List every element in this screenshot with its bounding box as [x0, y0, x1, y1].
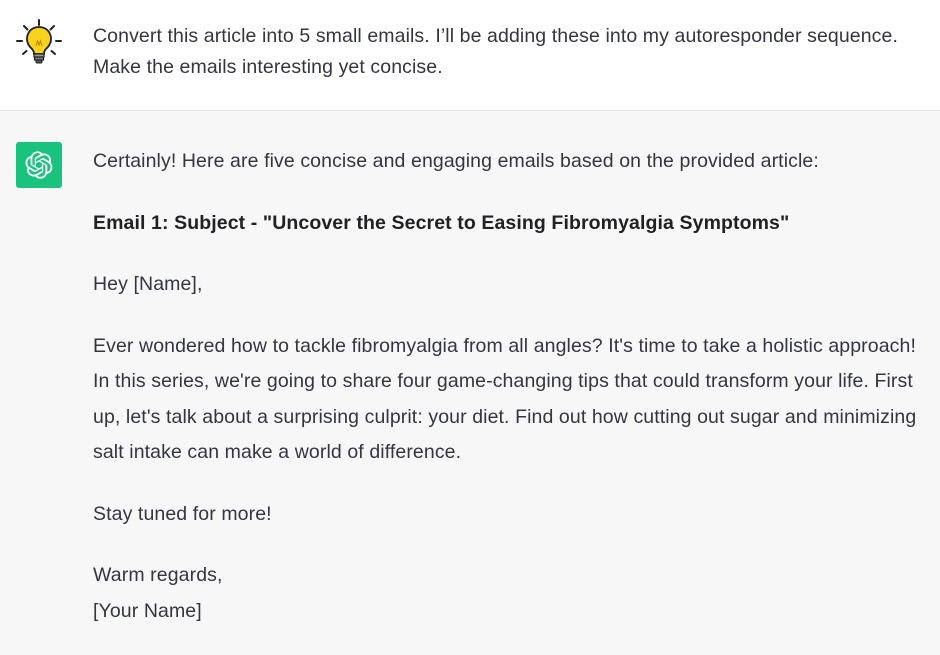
email-greeting: Hey [Name], — [93, 273, 203, 295]
email-heading-text: Email 1: Subject - "Uncover the Secret t… — [93, 211, 790, 234]
assistant-intro: Certainly! Here are five concise and eng… — [93, 150, 819, 172]
assistant-message-content: Certainly! Here are five concise and eng… — [93, 144, 933, 655]
user-message-row: Convert this article into 5 small emails… — [0, 0, 940, 111]
email-closing: Stay tuned for more! — [93, 502, 272, 525]
signoff-text: Warm regards, — [93, 564, 223, 586]
lightbulb-icon — [15, 18, 63, 66]
user-message-text: Convert this article into 5 small emails… — [93, 25, 898, 78]
openai-logo-icon — [16, 142, 62, 188]
email-heading: Email 1: Subject - "Uncover the Secret t… — [93, 206, 933, 242]
assistant-message-row: Certainly! Here are five concise and eng… — [0, 111, 940, 633]
email-signoff: Warm regards, [Your Name] — [93, 558, 933, 629]
signature-text: [Your Name] — [93, 599, 202, 622]
email-body: Ever wondered how to tackle fibromyalgia… — [93, 334, 917, 464]
